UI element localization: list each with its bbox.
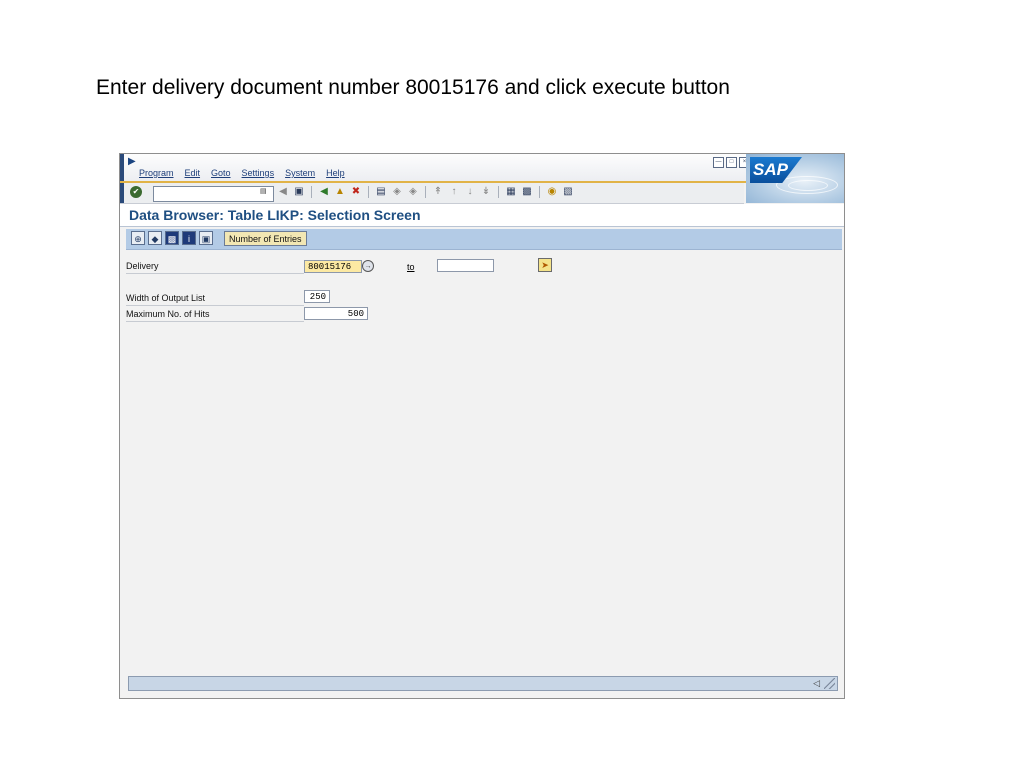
command-field[interactable] — [153, 186, 274, 202]
prev-page-icon[interactable]: ↑ — [448, 186, 460, 198]
width-input[interactable] — [304, 290, 330, 303]
find-icon[interactable]: ◈ — [391, 186, 403, 198]
last-page-icon[interactable]: ↡ — [480, 186, 492, 198]
minimize-icon[interactable]: — — [713, 157, 724, 168]
shortcut-icon[interactable]: ▩ — [521, 186, 533, 198]
number-of-entries-button[interactable]: Number of Entries — [224, 231, 307, 246]
find-next-icon[interactable]: ◈ — [407, 186, 419, 198]
screen-title-bar: Data Browser: Table LIKP: Selection Scre… — [120, 204, 844, 227]
delivery-to-input[interactable] — [437, 259, 494, 272]
status-expand-icon[interactable]: ◁ — [813, 678, 820, 689]
first-page-icon[interactable]: ↟ — [432, 186, 444, 198]
print-icon[interactable]: ▤ — [375, 186, 387, 198]
menu-settings[interactable]: Settings — [242, 168, 275, 178]
toolbar-separator — [539, 186, 540, 198]
page-title: Data Browser: Table LIKP: Selection Scre… — [129, 207, 421, 223]
sap-window: ▶ Program Edit Goto Settings System Help… — [119, 153, 845, 699]
info-icon[interactable]: i — [182, 231, 196, 245]
system-menu-icon[interactable]: ▶ — [128, 156, 136, 167]
back-icon[interactable]: ◀ — [318, 186, 330, 198]
prev-icon[interactable]: ◀ — [277, 186, 289, 198]
maximize-icon[interactable]: □ — [726, 157, 737, 168]
toolbar-icons: ◀ ▣ ◀ ▲ ✖ ▤ ◈ ◈ ↟ ↑ ↓ ↡ ▦ ▩ ◉ ▧ — [277, 186, 574, 198]
sap-logo-area: SAP — [746, 154, 844, 203]
menu-edit[interactable]: Edit — [185, 168, 201, 178]
save-variant-icon[interactable]: ▩ — [165, 231, 179, 245]
toolbar-separator — [498, 186, 499, 198]
execute-icon[interactable]: ⊕ — [131, 231, 145, 245]
ripple-shape — [788, 180, 828, 191]
next-page-icon[interactable]: ↓ — [464, 186, 476, 198]
help-icon[interactable]: ◉ — [546, 186, 558, 198]
menu-goto[interactable]: Goto — [211, 168, 231, 178]
toolbar-separator — [425, 186, 426, 198]
max-hits-input[interactable] — [304, 307, 368, 320]
layout-menu-icon[interactable]: ▧ — [562, 186, 574, 198]
application-toolbar: ⊕ ◆ ▩ i ▣ Number of Entries — [126, 229, 842, 250]
instruction-text: Enter delivery document number 80015176 … — [96, 76, 730, 99]
menu-program[interactable]: Program — [139, 168, 174, 178]
menu-system[interactable]: System — [285, 168, 315, 178]
max-hits-label: Maximum No. of Hits — [126, 308, 304, 322]
exit-icon[interactable]: ▲ — [334, 186, 346, 198]
standard-toolbar: ✔ ▤ ◀ ▣ ◀ ▲ ✖ ▤ ◈ ◈ ↟ ↑ ↓ ↡ ▦ ▩ ◉ ▧ — [120, 183, 744, 204]
multiple-selection-arrow-button[interactable]: ➤ — [538, 258, 552, 272]
toolbar-separator — [311, 186, 312, 198]
resize-grip-icon[interactable] — [824, 678, 835, 689]
status-bar: ◁ — [128, 676, 838, 691]
menu-items: Program Edit Goto Settings System Help — [139, 168, 345, 178]
to-label: to — [407, 262, 415, 272]
window-edge-strip — [120, 183, 124, 203]
multiple-selection-icon[interactable]: → — [362, 260, 374, 272]
enter-check-icon[interactable]: ✔ — [130, 186, 142, 198]
new-session-icon[interactable]: ▦ — [505, 186, 517, 198]
app-toolbar-icons: ⊕ ◆ ▩ i ▣ — [131, 231, 213, 245]
menu-bar: ▶ Program Edit Goto Settings System Help… — [120, 154, 844, 183]
toolbar-separator — [368, 186, 369, 198]
window-controls: — □ × — [713, 157, 750, 168]
width-label: Width of Output List — [126, 292, 304, 306]
menu-help[interactable]: Help — [326, 168, 345, 178]
command-history-icon[interactable]: ▤ — [260, 187, 267, 195]
window-edge-strip — [120, 154, 124, 181]
save-icon[interactable]: ▣ — [293, 186, 305, 198]
delivery-from-input[interactable] — [304, 260, 362, 273]
get-variant-icon[interactable]: ◆ — [148, 231, 162, 245]
cancel-icon[interactable]: ✖ — [350, 186, 362, 198]
delivery-label: Delivery — [126, 260, 304, 274]
selection-options-icon[interactable]: ▣ — [199, 231, 213, 245]
